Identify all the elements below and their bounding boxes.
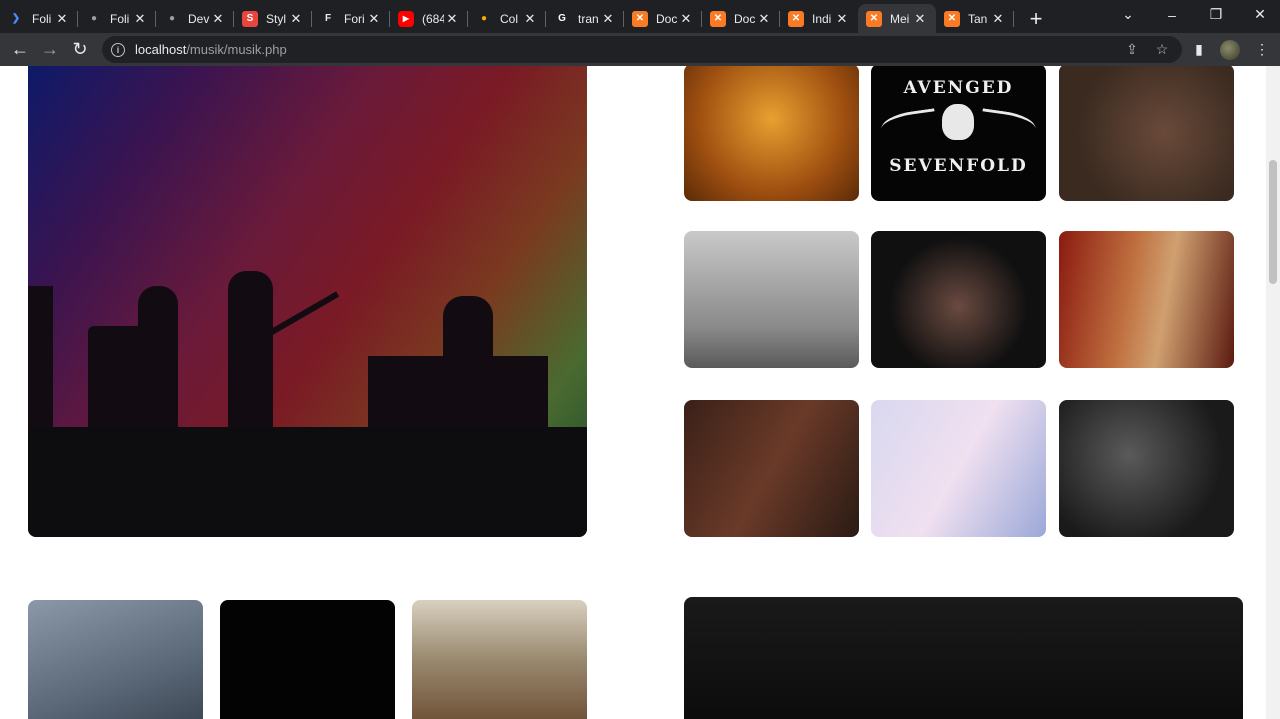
orchestra-violin-image[interactable]: [684, 400, 859, 537]
a7x-top-text: AVENGED: [903, 78, 1014, 98]
punk-mohawk-image[interactable]: [28, 600, 203, 719]
a7x-bottom-text: SEVENFOLD: [889, 156, 1028, 176]
url-path: /musik/musik.php: [186, 42, 287, 57]
close-window-button[interactable]: ✕: [1238, 0, 1280, 29]
close-tab-icon[interactable]: ✕: [756, 11, 772, 27]
studio-singer-image[interactable]: [1059, 66, 1234, 201]
tab-title: Doc: [734, 11, 756, 26]
browser-tab[interactable]: ❯ Foli ✕: [0, 4, 78, 33]
tab-title: tran: [578, 11, 599, 26]
url-text[interactable]: localhost/musik/musik.php: [135, 42, 287, 57]
close-tab-icon[interactable]: ✕: [444, 11, 460, 27]
avenged-sevenfold-image[interactable]: AVENGED SEVENFOLD: [871, 66, 1046, 201]
browser-tab[interactable]: Gtran ✕: [546, 4, 624, 33]
close-tab-icon[interactable]: ✕: [132, 11, 148, 27]
browser-toolbar: ← → ↻ i localhost/musik/musik.php ⇪ ☆: [0, 33, 1280, 66]
blues-guitarist-image[interactable]: [871, 231, 1046, 368]
browser-tab[interactable]: ● Dev ✕: [156, 4, 234, 33]
browser-tab[interactable]: F Fori ✕: [312, 4, 390, 33]
page-scrollbar[interactable]: [1266, 66, 1280, 719]
close-tab-icon[interactable]: ✕: [366, 11, 382, 27]
close-tab-icon[interactable]: ✕: [600, 11, 616, 27]
new-tab-button[interactable]: +: [1020, 4, 1052, 33]
browser-tab[interactable]: ✕ Indi ✕: [780, 4, 858, 33]
s-icon: S: [242, 10, 258, 27]
band-performance-image[interactable]: [1059, 400, 1234, 537]
tab-title: (684: [422, 11, 444, 26]
bookmark-star-icon[interactable]: ☆: [1150, 36, 1174, 63]
browser-tab[interactable]: ● Foli ✕: [78, 4, 156, 33]
tab-title: Styl: [266, 11, 287, 26]
tab-title: Dev: [188, 11, 210, 26]
close-tab-icon[interactable]: ✕: [990, 11, 1006, 27]
street-guitarist-image[interactable]: [684, 231, 859, 368]
close-tab-icon[interactable]: ✕: [522, 11, 538, 27]
brand-icon: ❯: [11, 13, 21, 24]
reggae-singer-image[interactable]: [684, 66, 859, 201]
close-tab-icon[interactable]: ✕: [912, 11, 928, 27]
profile-avatar[interactable]: [1216, 33, 1244, 66]
tab-strip: ❯ Foli ✕ ● Foli ✕ ● Dev ✕ S Styl ✕ F Fori ✕ ▶ (684 ✕ ● Col ✕…: [0, 0, 1280, 33]
close-tab-icon[interactable]: ✕: [54, 11, 70, 27]
globe-icon: ●: [90, 13, 98, 24]
site-info-icon[interactable]: i: [111, 42, 125, 57]
rappers-stage-image[interactable]: [871, 400, 1046, 537]
back-icon[interactable]: ←: [5, 35, 35, 65]
globe-icon: ●: [168, 13, 176, 24]
colab-icon: ●: [480, 13, 488, 24]
browser-tab[interactable]: S Styl ✕: [234, 4, 312, 33]
browser-tab[interactable]: ✕ Mei ✕: [858, 4, 936, 33]
stage-truss-image[interactable]: [684, 597, 1243, 719]
share-icon[interactable]: ⇪: [1120, 36, 1144, 63]
minimize-button[interactable]: –: [1150, 0, 1194, 29]
tab-title: Tan: [968, 11, 988, 26]
google-icon: G: [558, 13, 566, 24]
close-tab-icon[interactable]: ✕: [834, 11, 850, 27]
xampp-icon: ✕: [866, 10, 882, 27]
tab-title: Foli: [110, 11, 130, 26]
address-bar[interactable]: i localhost/musik/musik.php ⇪ ☆: [102, 36, 1182, 63]
tab-title: Foli: [32, 11, 52, 26]
reload-icon[interactable]: ↻: [65, 35, 95, 65]
restore-button[interactable]: ❐: [1194, 0, 1238, 29]
browser-tab[interactable]: ✕ Tan ✕: [936, 4, 1014, 33]
xampp-icon: ✕: [710, 10, 726, 27]
forward-icon[interactable]: →: [35, 35, 65, 65]
browser-tab[interactable]: ● Col ✕: [468, 4, 546, 33]
tab-title: Indi: [812, 11, 832, 26]
close-tab-icon[interactable]: ✕: [288, 11, 304, 27]
menu-icon[interactable]: ⋮: [1248, 33, 1276, 66]
close-tab-icon[interactable]: ✕: [678, 11, 694, 27]
xampp-icon: ✕: [788, 10, 804, 27]
page-content: AVENGED SEVENFOLD: [0, 66, 1266, 719]
tab-title: Col: [500, 11, 519, 26]
guitar-closeup-image[interactable]: [1059, 231, 1234, 368]
tab-title: Fori: [344, 11, 365, 26]
f-icon: F: [324, 13, 332, 24]
side-panel-icon[interactable]: ▮: [1185, 33, 1213, 66]
url-host: localhost: [135, 42, 187, 57]
youtube-icon: ▶: [398, 10, 414, 27]
browser-tab[interactable]: ▶ (684 ✕: [390, 4, 468, 33]
concert-hero-image[interactable]: [28, 66, 587, 537]
tab-search-icon[interactable]: ⌄: [1106, 0, 1150, 29]
browser-tab[interactable]: ✕ Doc ✕: [702, 4, 780, 33]
xampp-icon: ✕: [944, 10, 960, 27]
xampp-icon: ✕: [632, 10, 648, 27]
scrollbar-thumb[interactable]: [1269, 160, 1277, 284]
tab-title: Doc: [656, 11, 678, 26]
vinyl-record-player-image[interactable]: [412, 600, 587, 719]
browser-tab[interactable]: ✕ Doc ✕: [624, 4, 702, 33]
tab-title: Mei: [890, 11, 910, 26]
rock-band-stage-image[interactable]: [220, 600, 395, 719]
close-tab-icon[interactable]: ✕: [210, 11, 226, 27]
